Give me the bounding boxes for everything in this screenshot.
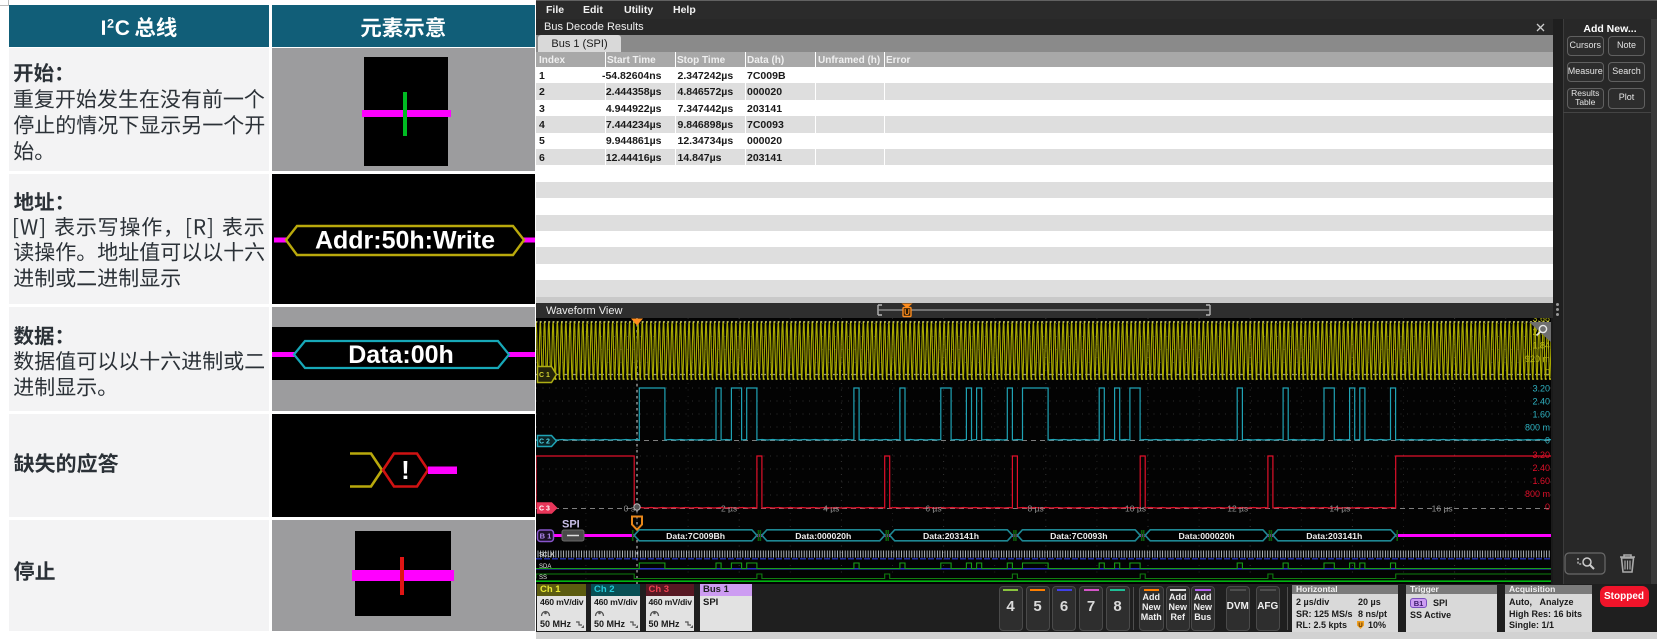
svg-text:SDA: SDA: [539, 564, 551, 570]
svg-text:Data:000020h: Data:000020h: [795, 531, 851, 541]
svg-text:1.60: 1.60: [1532, 410, 1550, 420]
svg-text:B 1: B 1: [540, 532, 552, 541]
svg-text:2 µs: 2 µs: [721, 504, 737, 514]
svg-text:800 m: 800 m: [1525, 423, 1550, 433]
svg-text:800 m: 800 m: [1525, 489, 1550, 499]
svg-text:Data:203141h: Data:203141h: [1306, 531, 1362, 541]
svg-text:1.60: 1.60: [1532, 476, 1550, 486]
svg-text:0 s: 0 s: [624, 504, 635, 514]
svg-text:Data:00h: Data:00h: [348, 341, 454, 369]
svg-text:12 µs: 12 µs: [1227, 504, 1248, 514]
svg-text:SPI: SPI: [562, 519, 580, 531]
svg-text:C 1: C 1: [539, 372, 550, 379]
svg-text:10 µs: 10 µs: [1125, 504, 1146, 514]
svg-text:SS: SS: [539, 575, 547, 581]
svg-text:Data:000020h: Data:000020h: [1178, 531, 1234, 541]
svg-text:C 2: C 2: [539, 439, 550, 446]
svg-text:16 µs: 16 µs: [1432, 504, 1453, 514]
svg-text:4 µs: 4 µs: [823, 504, 839, 514]
svg-text:Data:7C0093h: Data:7C0093h: [1050, 531, 1107, 541]
svg-text:0: 0: [1545, 502, 1550, 512]
svg-text:0: 0: [1545, 368, 1550, 378]
svg-text:U: U: [1358, 623, 1362, 629]
svg-text:0: 0: [1545, 436, 1550, 446]
svg-text:SCLK: SCLK: [539, 553, 555, 559]
svg-text:!: !: [401, 455, 410, 485]
svg-text:2.40: 2.40: [1532, 397, 1550, 407]
svg-text:3.20: 3.20: [1532, 384, 1550, 394]
svg-text:14 µs: 14 µs: [1329, 504, 1350, 514]
svg-text:2.40: 2.40: [1532, 463, 1550, 473]
svg-text:1.84: 1.84: [1532, 341, 1550, 351]
svg-text:3.20: 3.20: [1532, 450, 1550, 460]
svg-text:8 µs: 8 µs: [1028, 504, 1044, 514]
svg-text:Data:7C009Bh: Data:7C009Bh: [666, 531, 725, 541]
svg-text:C 3: C 3: [539, 506, 550, 513]
svg-text:Addr:50h:Write: Addr:50h:Write: [315, 227, 495, 255]
svg-text:6 µs: 6 µs: [925, 504, 941, 514]
svg-text:Data:203141h: Data:203141h: [923, 531, 979, 541]
svg-text:920 m: 920 m: [1525, 354, 1550, 364]
svg-text:U: U: [904, 308, 910, 317]
